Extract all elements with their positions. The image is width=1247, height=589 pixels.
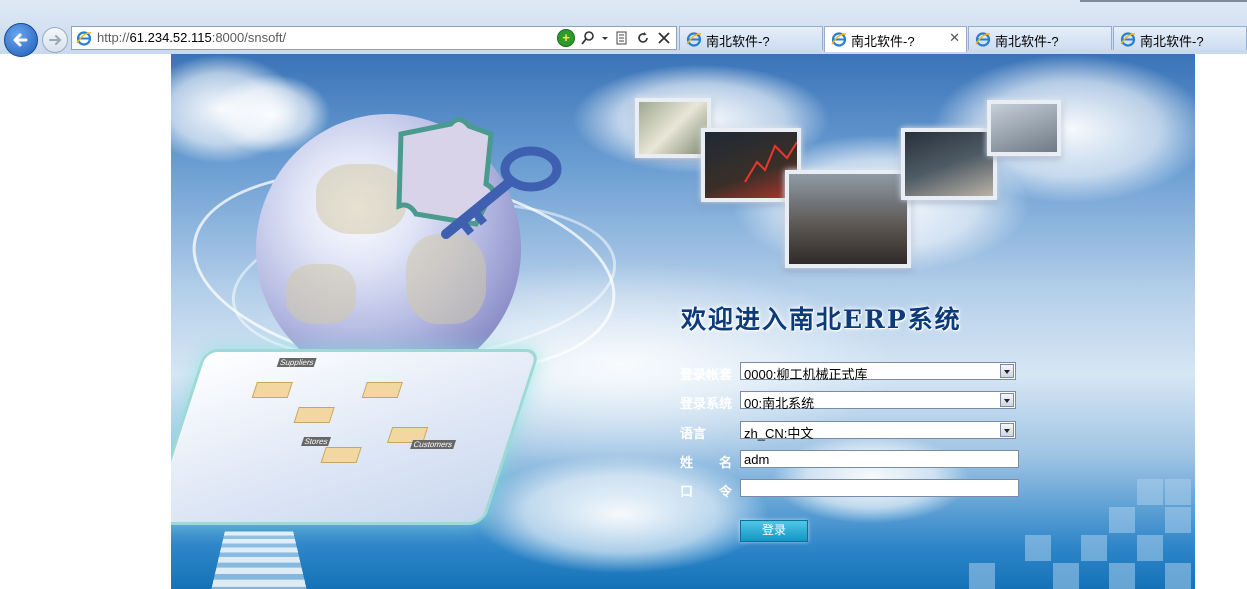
refresh-icon[interactable] xyxy=(635,30,651,46)
tile xyxy=(1137,479,1163,505)
tab-3[interactable]: 南北软件-? xyxy=(968,26,1112,50)
username-label: 姓 名 xyxy=(680,455,733,470)
account-set-select[interactable]: 0000:柳工机械正式库 xyxy=(740,362,1016,382)
stop-icon[interactable] xyxy=(656,30,672,46)
warehouse-box xyxy=(251,382,293,398)
platform-label: Stores xyxy=(301,437,332,446)
system-label: 登录系统 xyxy=(680,396,733,411)
tab-label: 南北软件-? xyxy=(995,34,1059,49)
money-photo xyxy=(635,98,711,158)
ie-logo-icon xyxy=(686,32,702,47)
dropdown-arrow-icon[interactable] xyxy=(601,30,609,46)
tab-label: 南北软件-? xyxy=(851,34,915,49)
login-page-banner: Suppliers Stores Customers 欢迎进入南北ERP系统 登… xyxy=(171,54,1195,589)
account-set-value: 0000:柳工机械正式库 xyxy=(744,367,868,382)
forward-button[interactable] xyxy=(42,27,68,53)
system-value: 00:南北系统 xyxy=(744,396,815,411)
login-button[interactable]: 登录 xyxy=(740,520,808,542)
address-tools: + xyxy=(557,29,672,47)
tile xyxy=(1165,479,1191,505)
tile xyxy=(1165,507,1191,533)
welcome-title: 欢迎进入南北ERP系统 xyxy=(681,305,962,334)
password-label: 口 令 xyxy=(680,484,733,499)
tile xyxy=(1081,535,1107,561)
office-photo xyxy=(987,100,1061,156)
url-host: 61.234.52.115 xyxy=(129,30,212,45)
back-arrow-icon xyxy=(13,33,28,47)
chevron-down-icon[interactable] xyxy=(1000,393,1014,407)
close-tab-icon[interactable]: ✕ xyxy=(949,30,960,46)
warehouse-box xyxy=(320,447,362,463)
supply-chain-platform: Suppliers Stores Customers xyxy=(171,349,541,525)
tile xyxy=(1165,563,1191,589)
tile xyxy=(1109,507,1135,533)
tile xyxy=(1053,563,1079,589)
language-label: 语言 xyxy=(680,426,707,441)
tab-2-active[interactable]: 南北软件-? ✕ xyxy=(824,26,967,52)
warehouse-box xyxy=(293,407,335,423)
compatibility-icon[interactable]: + xyxy=(557,29,575,47)
forward-arrow-icon xyxy=(49,35,62,45)
password-input[interactable] xyxy=(740,479,1019,497)
window-edge xyxy=(1080,0,1247,2)
tab-label: 南北软件-? xyxy=(706,34,770,49)
warehouse-box xyxy=(361,382,403,398)
globe-continent xyxy=(286,264,356,324)
system-select[interactable]: 00:南北系统 xyxy=(740,391,1016,411)
tile xyxy=(1109,563,1135,589)
tile xyxy=(969,563,995,589)
ie-logo-icon xyxy=(1120,32,1136,47)
tab-label: 南北软件-? xyxy=(1140,34,1204,49)
tile xyxy=(1025,535,1051,561)
key-icon xyxy=(441,146,562,239)
compat-view-icon[interactable] xyxy=(614,30,630,46)
url-text[interactable]: http://61.234.52.115:8000/snsoft/ xyxy=(97,30,286,45)
username-input[interactable] xyxy=(740,450,1019,468)
stock-chart-icon xyxy=(744,141,797,183)
team-photo xyxy=(901,128,997,200)
tab-4[interactable]: 南北软件-? xyxy=(1113,26,1247,50)
business-meeting-photo xyxy=(785,170,911,268)
search-icon[interactable] xyxy=(580,30,596,46)
language-select[interactable]: zh_CN:中文 xyxy=(740,421,1016,441)
chevron-down-icon[interactable] xyxy=(1000,423,1014,437)
platform-label: Customers xyxy=(410,440,456,449)
account-set-label: 登录帐套 xyxy=(680,367,733,382)
language-value: zh_CN:中文 xyxy=(744,426,814,441)
platform-label: Suppliers xyxy=(276,358,318,367)
browser-toolbar: http://61.234.52.115:8000/snsoft/ + 南北软件… xyxy=(0,0,1247,57)
ie-logo-icon xyxy=(76,31,92,46)
tab-1[interactable]: 南北软件-? xyxy=(679,26,823,50)
ie-logo-icon xyxy=(975,32,991,47)
back-button[interactable] xyxy=(4,23,38,57)
tile xyxy=(1137,535,1163,561)
ie-logo-icon xyxy=(831,32,847,47)
cloud-staircase xyxy=(210,531,308,589)
chevron-down-icon[interactable] xyxy=(1000,364,1014,378)
address-bar[interactable]: http://61.234.52.115:8000/snsoft/ + xyxy=(71,26,677,50)
